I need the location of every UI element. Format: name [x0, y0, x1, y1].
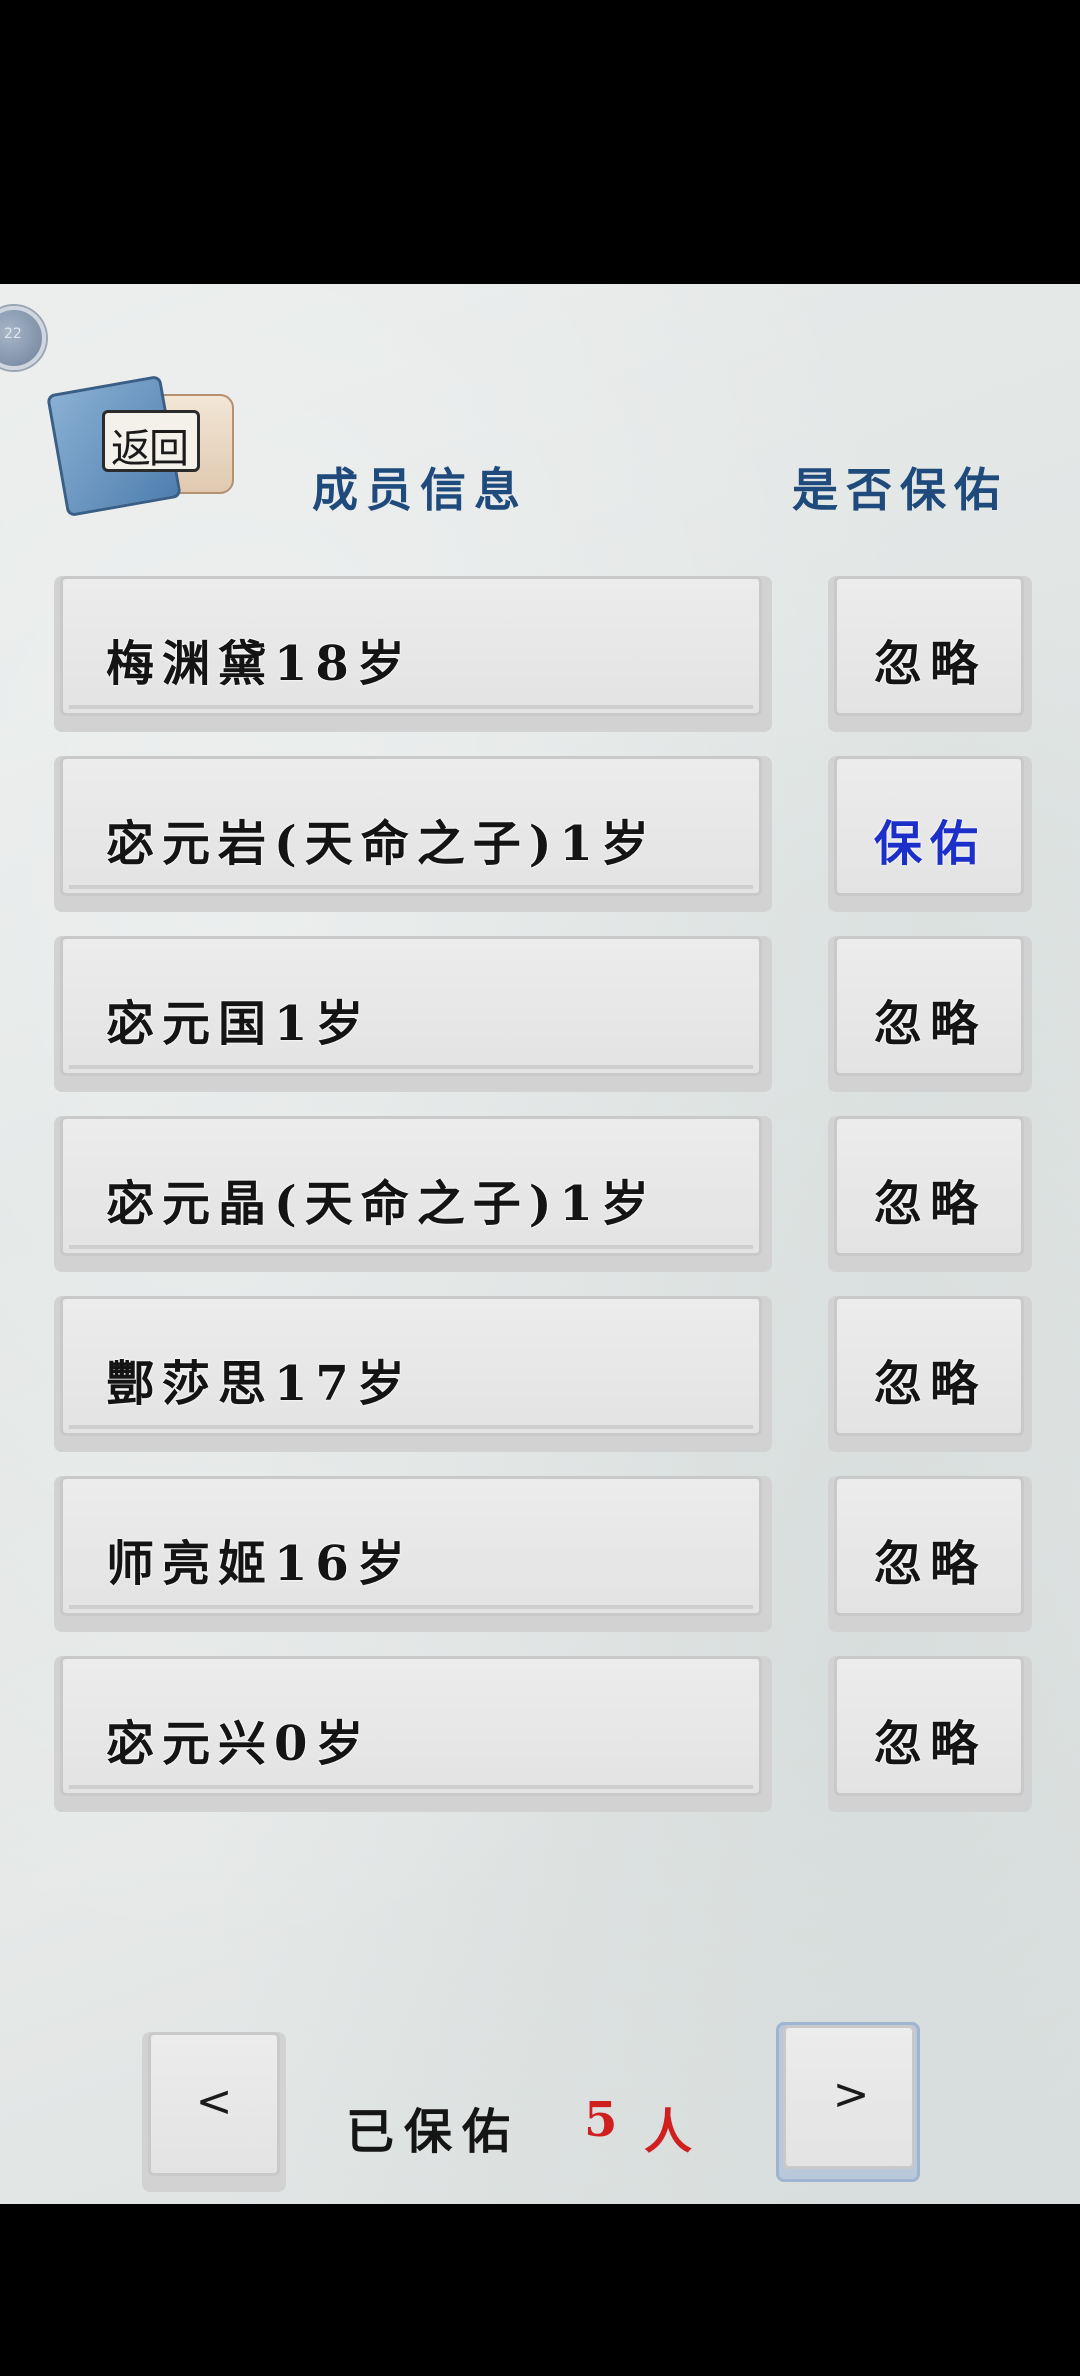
action-label: 忽略 — [873, 636, 986, 692]
member-card: 宓元晶(天命之子)1岁 — [54, 1116, 772, 1272]
member-name: 宓元国1岁 — [106, 996, 372, 1052]
member-name: 酆莎思17岁 — [106, 1356, 413, 1412]
action-label: 忽略 — [873, 1536, 986, 1592]
protected-count-unit: 人 — [644, 2104, 693, 2160]
member-row: 宓元岩(天命之子)1岁 保佑 — [54, 756, 1032, 914]
prev-page-button[interactable]: < — [142, 2032, 286, 2192]
ignore-button[interactable]: 忽略 — [828, 1476, 1032, 1632]
navigation-bar-area — [0, 2204, 1080, 2376]
ignore-button[interactable]: 忽略 — [828, 1116, 1032, 1272]
member-card: 师亮姬16岁 — [54, 1476, 772, 1632]
member-row: 宓元国1岁 忽略 — [54, 936, 1032, 1094]
ignore-button[interactable]: 忽略 — [828, 576, 1032, 732]
protect-button[interactable]: 保佑 — [828, 756, 1032, 912]
member-name: 宓元岩(天命之子)1岁 — [106, 816, 657, 872]
protected-count: 5 — [584, 2092, 618, 2148]
ignore-button[interactable]: 忽略 — [828, 936, 1032, 1092]
next-page-button[interactable]: > — [776, 2022, 920, 2182]
status-bar-area — [0, 0, 1080, 284]
action-label: 忽略 — [873, 1176, 986, 1232]
member-card: 酆莎思17岁 — [54, 1296, 772, 1452]
ignore-button[interactable]: 忽略 — [828, 1296, 1032, 1452]
chevron-right-icon: > — [832, 2069, 870, 2120]
floating-assistant-icon[interactable]: 22 — [0, 306, 46, 370]
member-card: 宓元兴0岁 — [54, 1656, 772, 1812]
member-row: 师亮姬16岁 忽略 — [54, 1476, 1032, 1634]
member-card: 梅渊黛18岁 — [54, 576, 772, 732]
back-button-label: 返回 — [111, 426, 189, 472]
screen: 22 返回 成员信息 是否保佑 梅渊黛18岁 忽略 宓元岩(天命之子)1岁 保佑… — [0, 0, 1080, 2376]
member-row: 宓元兴0岁 忽略 — [54, 1656, 1032, 1814]
action-label: 忽略 — [873, 996, 986, 1052]
member-name: 宓元晶(天命之子)1岁 — [106, 1176, 657, 1232]
action-label: 忽略 — [873, 1356, 986, 1412]
member-row: 宓元晶(天命之子)1岁 忽略 — [54, 1116, 1032, 1274]
back-button[interactable]: 返回 — [46, 372, 240, 518]
member-name: 师亮姬16岁 — [106, 1536, 413, 1592]
member-protection-panel: 22 返回 成员信息 是否保佑 梅渊黛18岁 忽略 宓元岩(天命之子)1岁 保佑… — [0, 284, 1080, 2204]
member-row: 梅渊黛18岁 忽略 — [54, 576, 1032, 734]
action-label: 保佑 — [873, 816, 986, 872]
member-card: 宓元国1岁 — [54, 936, 772, 1092]
member-name: 梅渊黛18岁 — [106, 636, 413, 692]
ignore-button[interactable]: 忽略 — [828, 1656, 1032, 1812]
action-label: 忽略 — [873, 1716, 986, 1772]
protect-question-header: 是否保佑 — [792, 463, 1008, 517]
member-row: 酆莎思17岁 忽略 — [54, 1296, 1032, 1454]
floating-assistant-badge: 22 — [4, 326, 22, 342]
chevron-left-icon: < — [195, 2076, 233, 2127]
member-info-header: 成员信息 — [312, 463, 528, 517]
member-card: 宓元岩(天命之子)1岁 — [54, 756, 772, 912]
member-name: 宓元兴0岁 — [106, 1716, 372, 1772]
protected-summary-label: 已保佑 — [346, 2104, 521, 2160]
